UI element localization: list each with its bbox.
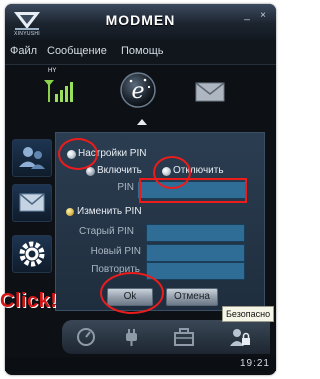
network-type-label: HY [48,68,57,74]
title-bar[interactable]: XINYUSHI MODMEN _ × [5,4,276,40]
repeat-pin-input[interactable] [146,262,245,280]
close-button[interactable]: × [257,11,269,21]
plug-icon[interactable] [120,327,144,347]
pin-label: PIN [117,182,134,193]
menu-bar: Файл Сообщение Помощь [5,40,276,65]
old-pin-input[interactable] [146,224,245,242]
cancel-button[interactable]: Отмена [166,288,218,306]
new-pin-input[interactable] [146,244,245,262]
app-title: MODMEN [105,12,176,28]
enable-pin-radio[interactable] [86,167,95,176]
enable-pin-label: Включить [97,165,142,176]
annotation-circle-ok [100,272,164,314]
old-pin-label: Старый PIN [78,226,134,237]
minimize-button[interactable]: _ [241,11,253,21]
toolbox-icon[interactable] [172,327,196,347]
new-pin-label: Новый PIN [90,246,141,257]
annotation-box-pin [139,178,247,203]
menu-help[interactable]: Помощь [121,45,164,57]
menu-file[interactable]: Файл [10,45,37,57]
collapse-arrow-icon[interactable] [137,119,147,125]
click-annotation: Click! [0,290,58,312]
speed-gauge-icon[interactable] [74,327,98,347]
signal-bars-icon[interactable] [43,78,77,104]
change-pin-label: Изменить PIN [77,206,142,217]
contacts-button[interactable] [12,139,52,177]
envelope-icon[interactable] [195,82,225,102]
annotation-circle-pin-settings [58,138,98,170]
status-bar: 19:21 [5,357,276,371]
users-icon [19,147,45,169]
settings-button[interactable] [12,235,52,273]
lock-user-icon[interactable] [228,327,252,347]
change-pin-checkbox[interactable] [66,208,74,216]
gear-icon [19,241,45,267]
clock-text: 19:21 [239,358,270,369]
tooltip: Безопасно [222,306,275,322]
logo-text: XINYUSHI [13,31,40,37]
mail-icon [19,193,45,212]
messages-button[interactable] [12,184,52,222]
e-globe-icon[interactable]: e [119,71,157,109]
menu-messages[interactable]: Сообщение [47,45,107,57]
svg-text:e: e [131,79,144,104]
